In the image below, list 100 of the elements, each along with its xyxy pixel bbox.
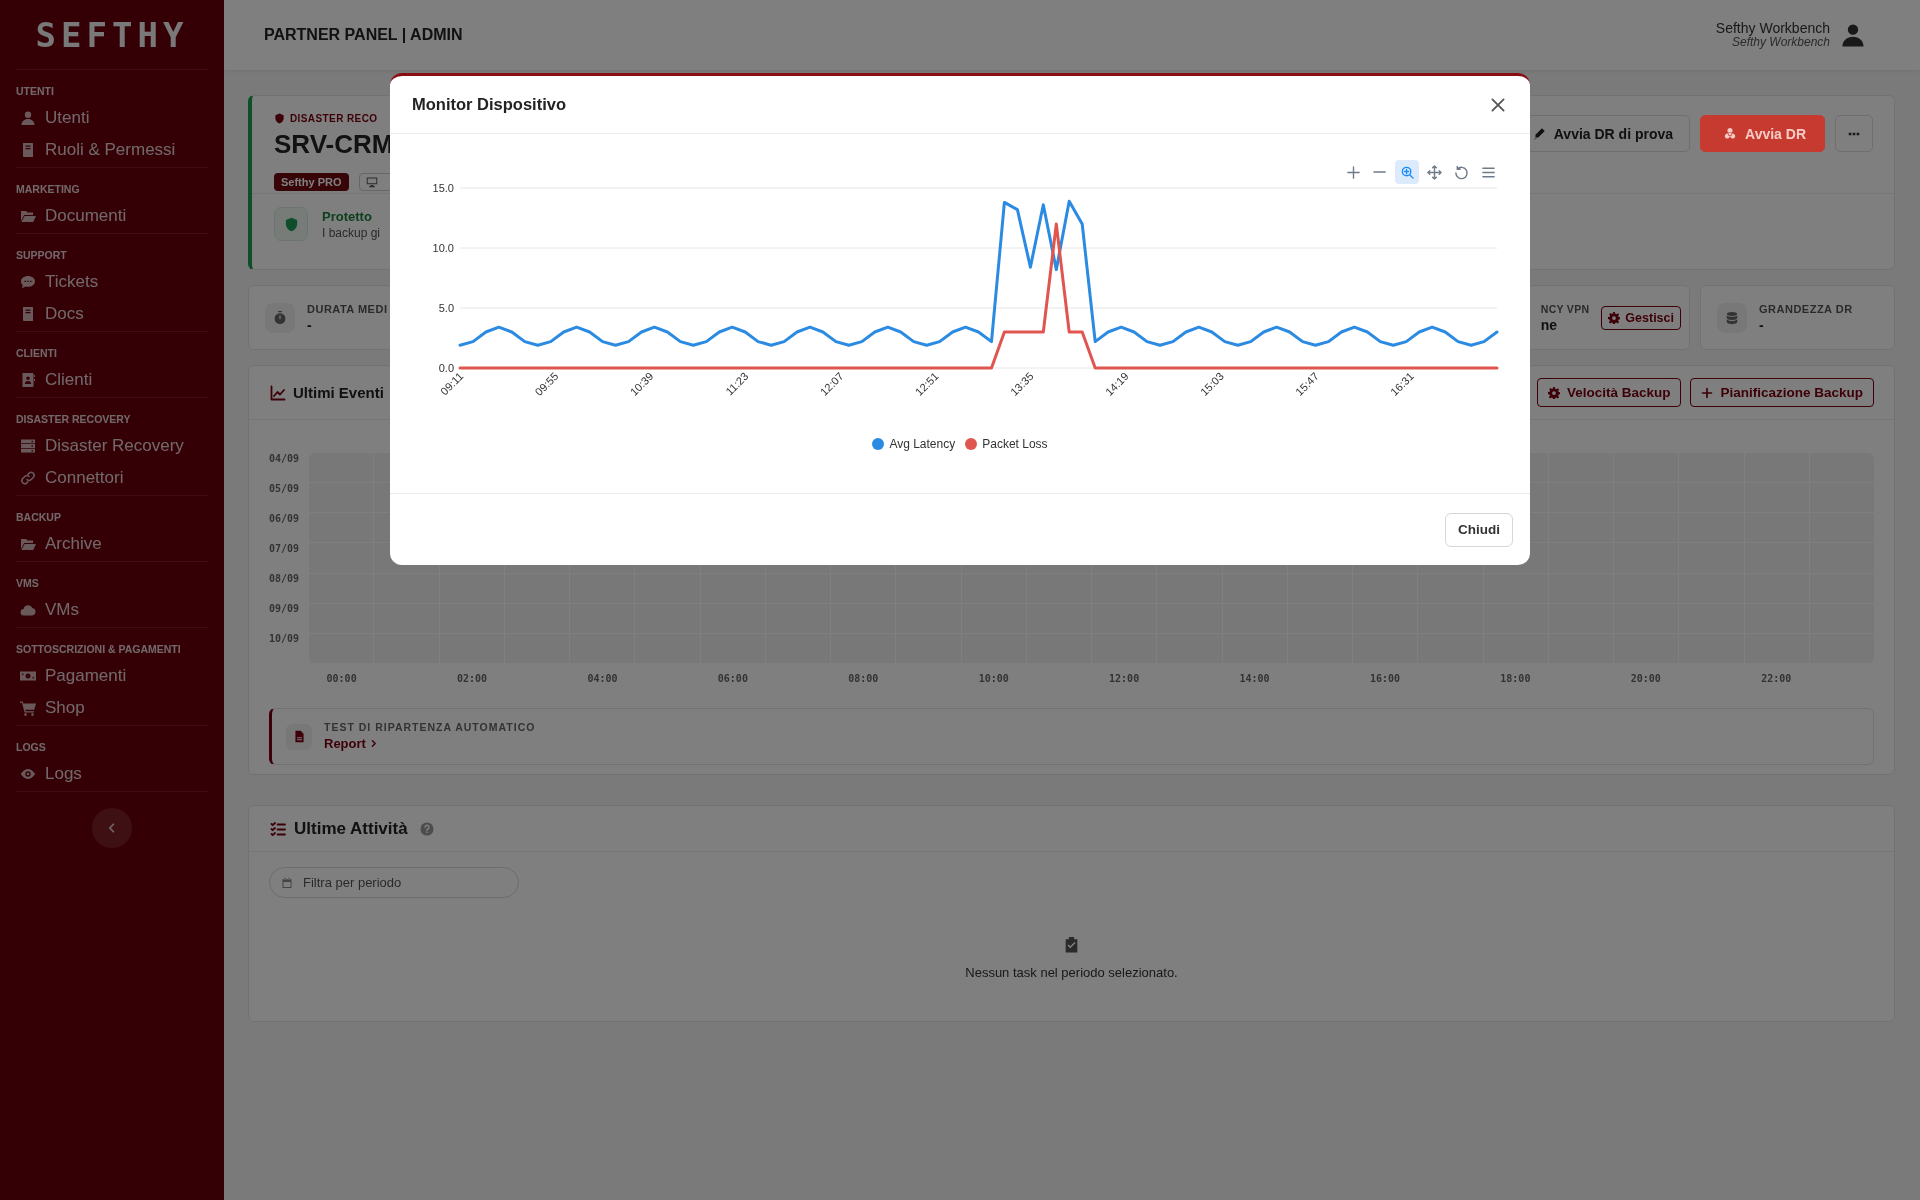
section-heading: BACKUP [16, 510, 62, 525]
legend-label: Packet Loss [982, 437, 1048, 451]
row-label: 08/09 [269, 573, 301, 586]
calendar-icon [281, 876, 293, 889]
link-icon [20, 470, 36, 486]
chart-line-icon [270, 384, 286, 401]
server-icon [20, 438, 36, 454]
row-label: 09/09 [269, 603, 301, 616]
section-heading: SOTTOSCRIZIONI & PAGAMENTI [16, 642, 182, 657]
axis-label: 22:00 [1761, 673, 1792, 686]
pen-icon [1532, 127, 1546, 140]
plan-badge: Sefthy PRO [274, 173, 349, 191]
user-name: Sefthy Workbench [1715, 20, 1830, 37]
nav-item[interactable]: Shop [16, 692, 208, 724]
page-title: PARTNER PANEL | ADMIN [264, 26, 463, 44]
axis-label: 14:00 [1239, 673, 1270, 686]
zoom-icon [1399, 164, 1415, 180]
filter-field[interactable]: Filtra per periodo [269, 867, 519, 898]
status-text: I backup gi [322, 225, 381, 240]
toolbar-button[interactable]: Pianificazione Backup [1690, 378, 1874, 407]
stat-label: DURATA MEDI [307, 302, 388, 315]
nav-item[interactable]: Docs [16, 298, 208, 330]
section-heading: VMS [16, 576, 40, 591]
zoom-button[interactable] [1395, 160, 1419, 184]
contact-card-icon [20, 372, 36, 388]
monitor-icon [365, 176, 378, 188]
gear-icon [1608, 311, 1621, 324]
cart-icon [20, 700, 36, 716]
section-heading: MARKETING [16, 182, 81, 197]
shield-icon [274, 207, 308, 241]
section-heading: CLIENTI [16, 346, 58, 361]
axis-label: 18:00 [1500, 673, 1531, 686]
status-label: Protetto [322, 208, 373, 224]
server-name: SRV-CRM [274, 129, 395, 159]
nav-item[interactable]: Documenti [16, 200, 208, 232]
eye-icon [20, 766, 36, 782]
axis-label: 08:00 [848, 673, 879, 686]
reset-icon [1453, 164, 1469, 180]
axis-label: 04:00 [587, 673, 618, 686]
stopwatch-icon [265, 302, 295, 333]
nav-item[interactable]: Clienti [16, 364, 208, 396]
nav-item[interactable]: Connettori [16, 462, 208, 494]
nav-item[interactable]: Disaster Recovery [16, 430, 208, 462]
empty-message: Nessun task nel periodo selezionato. [965, 965, 1178, 980]
axis-label: 12:00 [1109, 673, 1140, 686]
nav-item[interactable]: Pagamenti [16, 660, 208, 692]
brand-logo: SEFTHY [35, 14, 189, 55]
gear-icon [1547, 386, 1560, 399]
legend-label: Avg Latency [889, 437, 956, 451]
axis-label: 16:00 [1369, 673, 1400, 686]
section-heading: SUPPORT [16, 248, 68, 263]
plus-icon [1345, 164, 1361, 180]
stat-value: ne [1540, 316, 1559, 333]
y-tick-label: 15.0 [432, 182, 454, 194]
axis-label: 20:00 [1630, 673, 1661, 686]
toolbar-button[interactable]: Velocità Backup [1536, 378, 1682, 407]
book-icon [20, 306, 36, 322]
start-dr-button[interactable]: Avvia DR [1700, 115, 1825, 152]
nav-item[interactable]: Tickets [16, 266, 208, 298]
hazard-icon [1723, 126, 1738, 141]
database-icon [1717, 302, 1747, 333]
manage-button[interactable]: Gestisci [1601, 305, 1681, 330]
shield-icon [274, 112, 285, 124]
section-heading: DISASTER RECOVERY [16, 412, 132, 427]
axis-label: 10:00 [978, 673, 1009, 686]
nav-item[interactable]: Ruoli & Permessi [16, 134, 208, 166]
nav-item[interactable]: Logs [16, 758, 208, 790]
row-label: 06/09 [269, 513, 301, 526]
stat-value: - [307, 316, 313, 333]
section-heading: UTENTI [16, 84, 55, 99]
nav-item[interactable]: Archive [16, 528, 208, 560]
section-title: Ultimi Eventi [293, 384, 384, 401]
stat-label: GRANDEZZA DR [1759, 302, 1853, 315]
close-button[interactable]: Chiudi [1445, 512, 1513, 547]
stat-value: - [1759, 316, 1765, 333]
file-icon [286, 723, 312, 750]
report-link[interactable]: Report [324, 736, 378, 751]
modal-title: Monitor Dispositivo [412, 95, 566, 114]
help-icon[interactable] [419, 821, 434, 836]
section-heading: LOGS [16, 740, 47, 755]
minus-icon [1373, 171, 1387, 173]
folder-icon [20, 208, 36, 224]
list-icon [270, 820, 286, 837]
book-icon [20, 142, 36, 158]
nav-item[interactable]: VMs [16, 594, 208, 626]
nav-item[interactable]: Utenti [16, 102, 208, 134]
folder-icon [20, 536, 36, 552]
y-tick-label: 10.0 [432, 242, 454, 254]
avatar-icon [1840, 22, 1866, 48]
test-title: TEST DI RIPARTENZA AUTOMATICO [324, 721, 536, 733]
user-role: Sefthy Workbench [1731, 36, 1830, 50]
clipboard-icon [1063, 936, 1080, 953]
chat-icon [20, 274, 36, 290]
plus-icon [1701, 386, 1714, 399]
move-icon [1426, 164, 1442, 180]
close-icon [1489, 95, 1507, 114]
section-label: DISASTER RECO [290, 112, 378, 124]
axis-label: 02:00 [456, 673, 488, 686]
y-tick-label: 0.0 [438, 362, 454, 374]
row-label: 10/09 [269, 633, 301, 646]
